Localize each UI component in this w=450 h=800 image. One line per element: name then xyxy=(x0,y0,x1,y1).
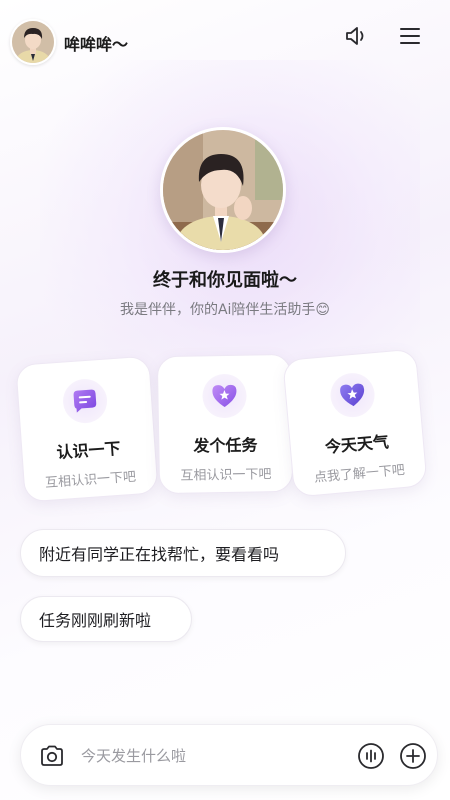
card-icon-wrap xyxy=(61,377,109,425)
card-weather[interactable]: 今天天气 点我了解一下吧 xyxy=(282,348,428,498)
speaker-icon xyxy=(346,27,364,45)
card-title: 今天天气 xyxy=(324,432,390,457)
plus-circle-icon xyxy=(400,743,426,769)
card-subtitle: 点我了解一下吧 xyxy=(313,462,406,486)
card-title: 认识一下 xyxy=(55,438,122,463)
card-icon-wrap xyxy=(202,373,247,419)
greeting-subtitle: 我是伴伴，你的Ai陪伴生活助手😊 xyxy=(119,302,331,318)
suggestion-chip-help-nearby[interactable]: 附近有同学正在找帮忙，要看看吗 xyxy=(20,529,346,577)
heart-star-icon xyxy=(340,383,365,407)
boy-portrait-image xyxy=(163,130,283,250)
card-title: 发个任务 xyxy=(193,435,258,456)
add-button[interactable] xyxy=(399,742,427,770)
message-input[interactable] xyxy=(81,741,341,771)
hamburger-menu-icon xyxy=(400,28,420,44)
suggestion-chip-tasks-refreshed[interactable]: 任务刚刚刷新啦 xyxy=(20,596,192,642)
heart-star-icon xyxy=(212,384,237,408)
camera-button[interactable] xyxy=(39,743,65,769)
top-bar: 哞哞哞～ xyxy=(0,0,450,80)
menu-button[interactable] xyxy=(396,22,424,50)
camera-icon xyxy=(41,745,63,766)
boy-avatar-icon xyxy=(12,21,54,63)
profile-avatar[interactable] xyxy=(10,19,56,65)
sound-button[interactable] xyxy=(342,22,370,50)
chat-bubble-icon xyxy=(73,389,97,413)
card-icon-wrap xyxy=(328,371,377,419)
card-get-to-know[interactable]: 认识一下 互相认识一下吧 xyxy=(15,355,159,503)
voice-wave-icon xyxy=(358,743,384,769)
card-subtitle: 互相认识一下吧 xyxy=(180,467,272,484)
voice-button[interactable] xyxy=(357,742,385,770)
card-subtitle: 互相认识一下吧 xyxy=(44,469,137,492)
companion-avatar[interactable] xyxy=(160,127,286,253)
greeting-title: 终于和你见面啦～ xyxy=(153,270,297,291)
message-input-bar xyxy=(20,724,438,786)
card-post-task[interactable]: 发个任务 互相认识一下吧 xyxy=(156,353,294,495)
profile-name: 哞哞哞～ xyxy=(64,35,129,54)
